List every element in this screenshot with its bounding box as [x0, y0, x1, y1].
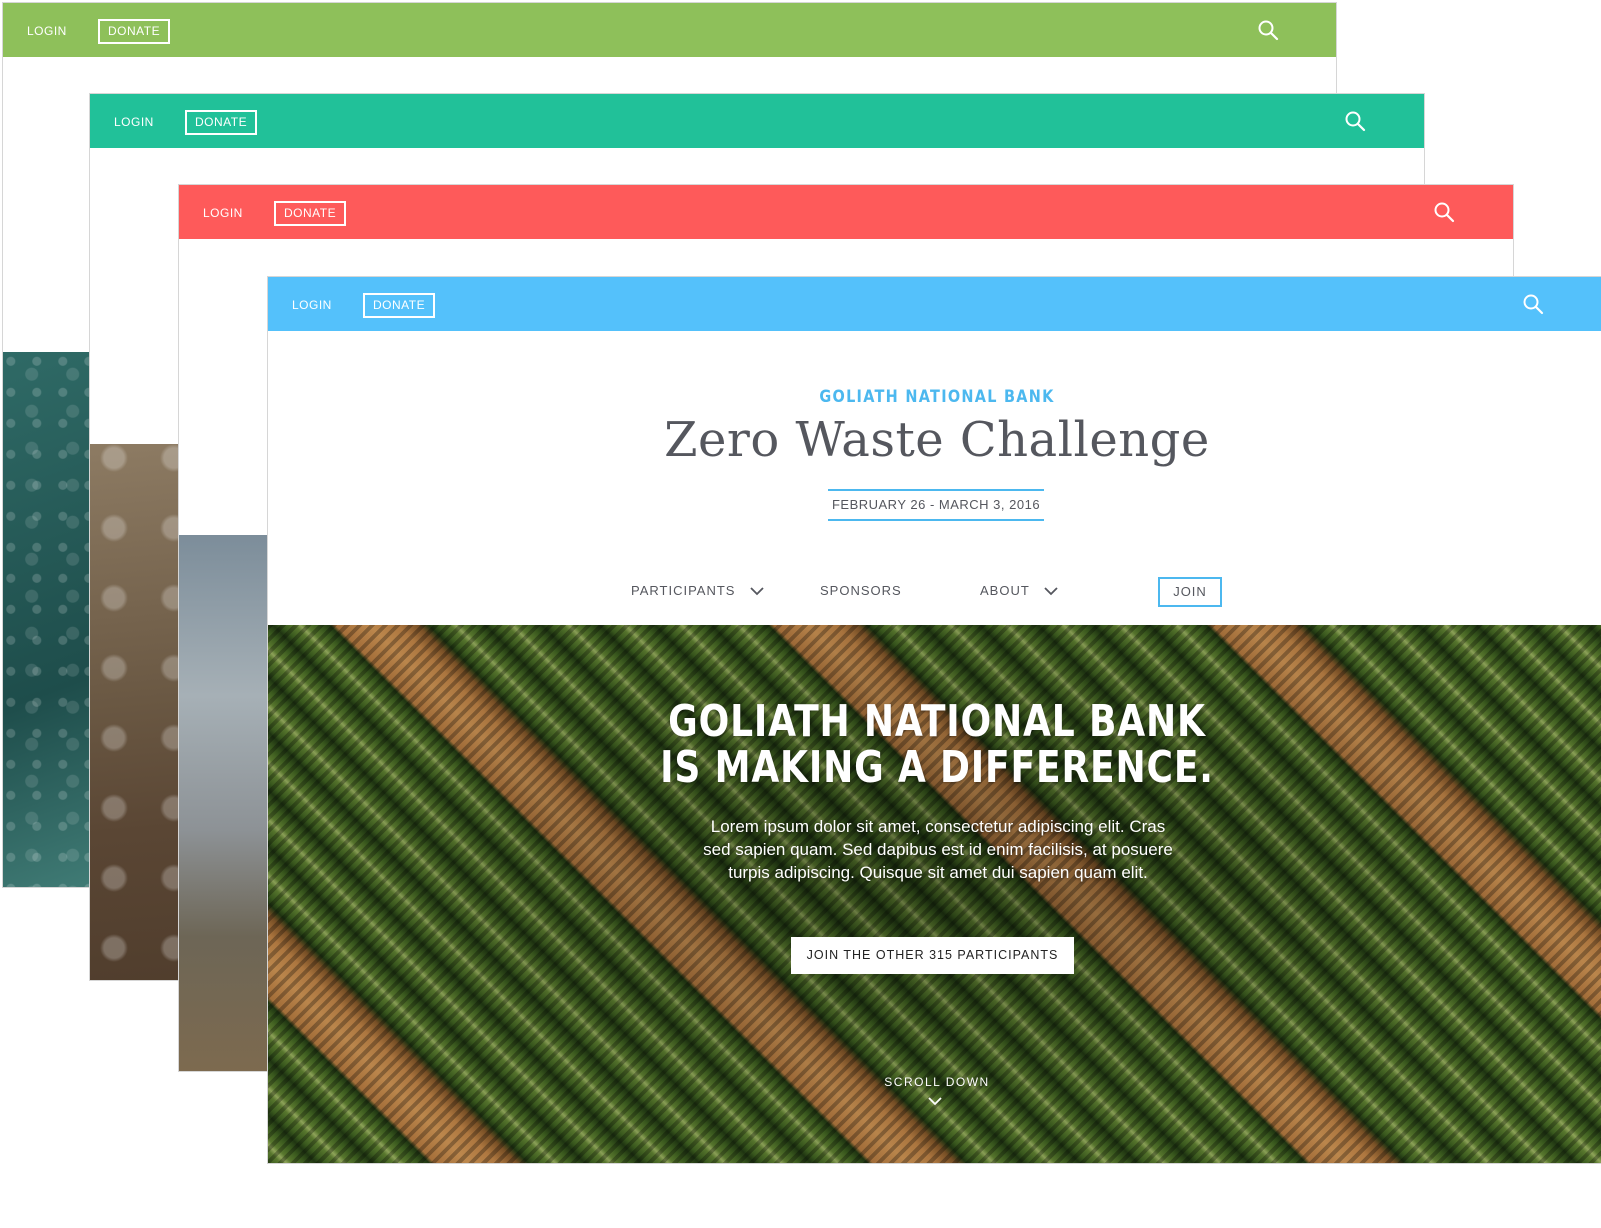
search-icon[interactable] — [1257, 19, 1279, 41]
hero-description: Lorem ipsum dolor sit amet, consectetur … — [703, 817, 1173, 882]
login-link[interactable]: LOGIN — [203, 206, 243, 220]
nav-about-label: ABOUT — [980, 583, 1030, 598]
donate-button[interactable]: DONATE — [274, 201, 347, 226]
login-link[interactable]: LOGIN — [292, 298, 332, 312]
hero-headline-line-2: IS MAKING A DIFFERENCE. — [660, 742, 1214, 793]
scroll-down-label[interactable]: SCROLL DOWN — [268, 1075, 1601, 1089]
chevron-down-icon[interactable] — [928, 1097, 942, 1106]
hero-headline-line-1: GOLIATH NATIONAL BANK — [668, 696, 1206, 747]
organization-name: GOLIATH NATIONAL BANK — [819, 387, 1055, 407]
chevron-down-icon — [1044, 587, 1058, 596]
search-icon[interactable] — [1344, 110, 1366, 132]
login-link[interactable]: LOGIN — [114, 115, 154, 129]
page-title: Zero Waste Challenge — [664, 412, 1210, 468]
event-dates: FEBRUARY 26 - MARCH 3, 2016 — [828, 489, 1044, 521]
nav-participants[interactable]: PARTICIPANTS — [631, 583, 764, 598]
login-link[interactable]: LOGIN — [27, 24, 67, 38]
join-participants-button[interactable]: JOIN THE OTHER 315 PARTICIPANTS — [791, 937, 1074, 974]
join-button[interactable]: JOIN — [1158, 577, 1222, 607]
top-bar: LOGIN DONATE — [90, 94, 1424, 148]
top-bar: LOGIN DONATE — [3, 3, 1336, 57]
website-preview-window-4: LOGIN DONATE GOLIATH NATIONAL BANK Zero … — [267, 276, 1601, 1164]
top-bar: LOGIN DONATE — [268, 277, 1601, 331]
nav-about[interactable]: ABOUT — [980, 583, 1058, 598]
hero-headline: GOLIATH NATIONAL BANK IS MAKING A DIFFER… — [388, 699, 1485, 791]
chevron-down-icon — [750, 587, 764, 596]
donate-button[interactable]: DONATE — [98, 19, 171, 44]
nav-sponsors[interactable]: SPONSORS — [820, 583, 902, 598]
donate-button[interactable]: DONATE — [363, 293, 436, 318]
search-icon[interactable] — [1433, 201, 1455, 223]
donate-button[interactable]: DONATE — [185, 110, 258, 135]
nav-participants-label: PARTICIPANTS — [631, 583, 736, 598]
hero-section: GOLIATH NATIONAL BANK IS MAKING A DIFFER… — [268, 625, 1601, 1163]
search-icon[interactable] — [1522, 293, 1544, 315]
top-bar: LOGIN DONATE — [179, 185, 1513, 239]
